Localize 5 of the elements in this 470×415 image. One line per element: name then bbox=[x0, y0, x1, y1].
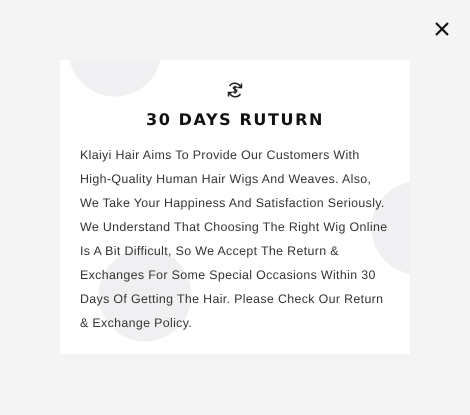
close-button[interactable] bbox=[433, 20, 451, 38]
policy-text: Klaiyi Hair Aims To Provide Our Customers With High-Quality Human Hair Wigs And Weaves. Also, We Take Your Happiness And Satisfaction Seriously. We Understand That Choosing The Right Wig Online Is A Bit Difficult, So We Accept The Return & Exchanges For Some Special Occasions Within 30 Days Of Getting The Hair. Please Check Our Return & Exchange Policy. bbox=[80, 147, 388, 332]
money-exchange-icon bbox=[226, 81, 244, 99]
close-icon bbox=[435, 22, 449, 36]
dialog-title: 30 DAYS RUTURN bbox=[146, 110, 324, 129]
